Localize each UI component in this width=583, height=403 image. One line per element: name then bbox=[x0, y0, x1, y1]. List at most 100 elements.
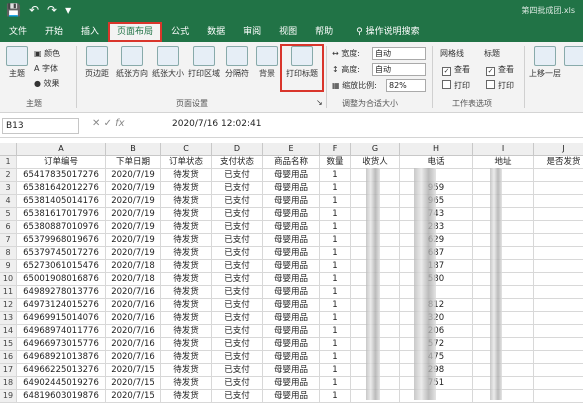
table-cell[interactable]: 2020/7/18 bbox=[106, 260, 161, 273]
table-cell[interactable]: 2020/7/19 bbox=[106, 247, 161, 260]
header-cell[interactable]: 地址 bbox=[473, 156, 534, 169]
table-cell[interactable]: 已支付 bbox=[212, 260, 263, 273]
table-cell[interactable]: 待发货 bbox=[161, 299, 212, 312]
table-cell[interactable]: 580 bbox=[400, 273, 473, 286]
table-cell[interactable] bbox=[534, 377, 583, 390]
table-cell[interactable]: 2020/7/16 bbox=[106, 325, 161, 338]
save-icon[interactable]: 💾 bbox=[6, 3, 21, 17]
table-cell[interactable] bbox=[473, 364, 534, 377]
table-cell[interactable]: 1 bbox=[320, 247, 351, 260]
table-cell[interactable]: 320 bbox=[400, 312, 473, 325]
table-cell[interactable]: 65273061015476 bbox=[17, 260, 106, 273]
table-cell[interactable]: 待发货 bbox=[161, 195, 212, 208]
row-number[interactable]: 17 bbox=[0, 364, 17, 377]
row-number[interactable]: 19 bbox=[0, 390, 17, 403]
table-cell[interactable]: 1 bbox=[320, 325, 351, 338]
tab-help[interactable]: 帮助 bbox=[306, 22, 342, 42]
table-cell[interactable]: 64968974011776 bbox=[17, 325, 106, 338]
table-cell[interactable]: 2020/7/19 bbox=[106, 182, 161, 195]
table-cell[interactable]: 已支付 bbox=[212, 364, 263, 377]
column-header-e[interactable]: E bbox=[263, 143, 320, 156]
scale-input[interactable]: 82% bbox=[386, 79, 426, 92]
table-cell[interactable] bbox=[534, 208, 583, 221]
table-cell[interactable] bbox=[473, 195, 534, 208]
table-cell[interactable]: 待发货 bbox=[161, 169, 212, 182]
table-cell[interactable]: 母婴用品 bbox=[263, 260, 320, 273]
effects-button[interactable]: ● 效果 bbox=[34, 78, 60, 89]
table-cell[interactable] bbox=[473, 221, 534, 234]
table-cell[interactable]: 待发货 bbox=[161, 390, 212, 403]
select-all-corner[interactable] bbox=[0, 143, 17, 156]
column-header-c[interactable]: C bbox=[161, 143, 212, 156]
column-header-j[interactable]: J bbox=[534, 143, 583, 156]
headings-print-checkbox[interactable]: 打印 bbox=[486, 80, 514, 91]
table-cell[interactable]: 65379968019676 bbox=[17, 234, 106, 247]
row-number[interactable]: 5 bbox=[0, 208, 17, 221]
table-cell[interactable]: 2020/7/19 bbox=[106, 169, 161, 182]
table-cell[interactable]: 2020/7/19 bbox=[106, 208, 161, 221]
table-cell[interactable] bbox=[400, 286, 473, 299]
fonts-button[interactable]: A 字体 bbox=[34, 63, 58, 74]
table-cell[interactable] bbox=[534, 234, 583, 247]
column-header-a[interactable]: A bbox=[17, 143, 106, 156]
table-cell[interactable]: 母婴用品 bbox=[263, 234, 320, 247]
table-cell[interactable]: 475 bbox=[400, 351, 473, 364]
tab-file[interactable]: 文件 bbox=[0, 22, 36, 42]
table-cell[interactable]: 待发货 bbox=[161, 273, 212, 286]
table-cell[interactable]: 母婴用品 bbox=[263, 377, 320, 390]
header-cell[interactable]: 订单编号 bbox=[17, 156, 106, 169]
table-cell[interactable]: 待发货 bbox=[161, 338, 212, 351]
table-cell[interactable]: 2020/7/19 bbox=[106, 221, 161, 234]
column-header-g[interactable]: G bbox=[351, 143, 400, 156]
table-cell[interactable]: 1 bbox=[320, 377, 351, 390]
table-cell[interactable]: 1 bbox=[320, 273, 351, 286]
table-cell[interactable]: 1 bbox=[320, 260, 351, 273]
column-header-h[interactable]: H bbox=[400, 143, 473, 156]
row-number[interactable]: 6 bbox=[0, 221, 17, 234]
table-cell[interactable]: 1 bbox=[320, 312, 351, 325]
table-cell[interactable]: 待发货 bbox=[161, 234, 212, 247]
table-cell[interactable]: 待发货 bbox=[161, 208, 212, 221]
table-cell[interactable] bbox=[473, 169, 534, 182]
table-cell[interactable] bbox=[400, 169, 473, 182]
table-cell[interactable]: 待发货 bbox=[161, 260, 212, 273]
table-cell[interactable]: 待发货 bbox=[161, 312, 212, 325]
tab-view[interactable]: 视图 bbox=[270, 22, 306, 42]
table-cell[interactable] bbox=[473, 208, 534, 221]
table-cell[interactable]: 母婴用品 bbox=[263, 312, 320, 325]
table-cell[interactable]: 已支付 bbox=[212, 247, 263, 260]
column-header-d[interactable]: D bbox=[212, 143, 263, 156]
table-cell[interactable]: 65381617017976 bbox=[17, 208, 106, 221]
row-number[interactable]: 7 bbox=[0, 234, 17, 247]
formula-input[interactable]: 2020/7/16 12:02:41 bbox=[172, 119, 261, 129]
table-cell[interactable] bbox=[534, 364, 583, 377]
table-cell[interactable] bbox=[534, 273, 583, 286]
table-cell[interactable]: 629 bbox=[400, 234, 473, 247]
table-cell[interactable]: 64968921013876 bbox=[17, 351, 106, 364]
row-number[interactable]: 10 bbox=[0, 273, 17, 286]
table-cell[interactable]: 2020/7/19 bbox=[106, 234, 161, 247]
table-cell[interactable] bbox=[534, 247, 583, 260]
table-cell[interactable]: 64966225013276 bbox=[17, 364, 106, 377]
row-number[interactable]: 13 bbox=[0, 312, 17, 325]
table-cell[interactable]: 已支付 bbox=[212, 351, 263, 364]
size-button[interactable]: 纸张大小 bbox=[150, 46, 186, 79]
table-cell[interactable] bbox=[473, 247, 534, 260]
row-number[interactable]: 15 bbox=[0, 338, 17, 351]
table-cell[interactable]: 已支付 bbox=[212, 221, 263, 234]
table-cell[interactable]: 已支付 bbox=[212, 338, 263, 351]
row-number[interactable]: 12 bbox=[0, 299, 17, 312]
cancel-icon[interactable]: ✕ bbox=[92, 118, 100, 129]
table-cell[interactable] bbox=[473, 286, 534, 299]
table-cell[interactable]: 母婴用品 bbox=[263, 182, 320, 195]
table-cell[interactable]: 64973124015276 bbox=[17, 299, 106, 312]
table-cell[interactable]: 母婴用品 bbox=[263, 286, 320, 299]
fx-icon[interactable]: ✕ ✓ fx bbox=[92, 118, 125, 129]
table-cell[interactable]: 64966973015776 bbox=[17, 338, 106, 351]
margins-button[interactable]: 页边距 bbox=[82, 46, 112, 79]
table-cell[interactable]: 65001908016876 bbox=[17, 273, 106, 286]
header-cell[interactable]: 商品名称 bbox=[263, 156, 320, 169]
table-cell[interactable]: 待发货 bbox=[161, 286, 212, 299]
table-cell[interactable]: 2020/7/18 bbox=[106, 273, 161, 286]
bring-forward-button[interactable]: 上移一层 bbox=[528, 46, 562, 79]
